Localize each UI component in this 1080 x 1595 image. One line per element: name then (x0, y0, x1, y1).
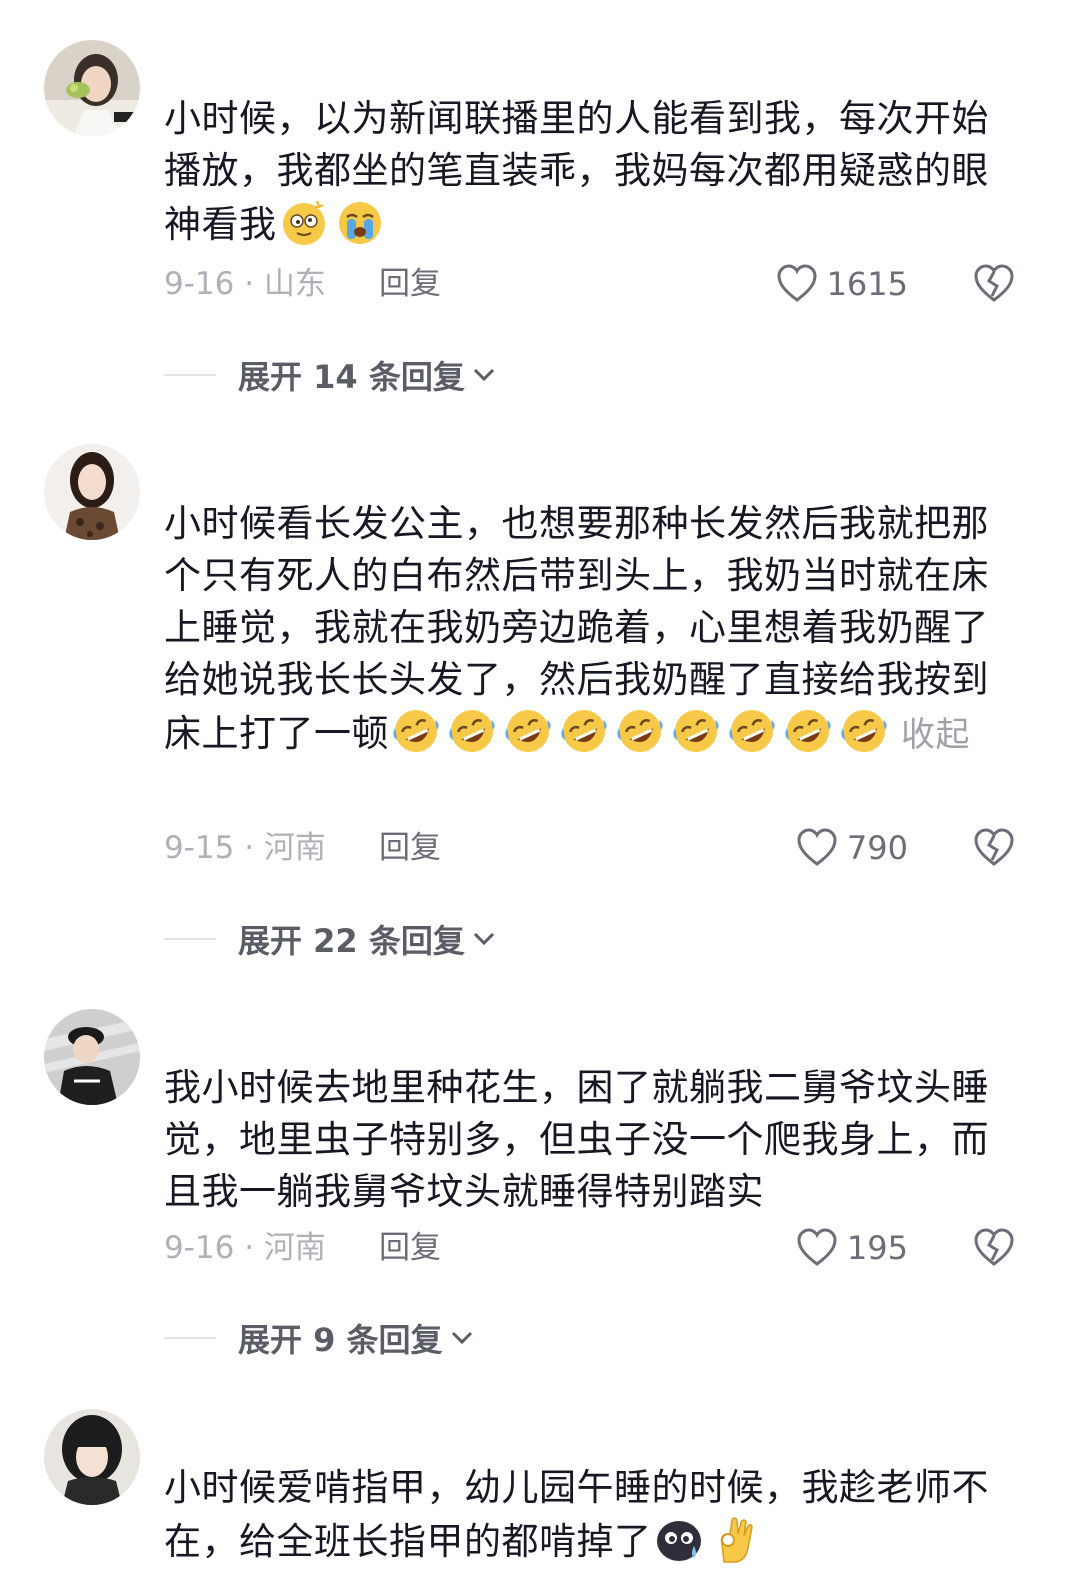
ok-hand-emoji (710, 1514, 760, 1564)
expand-replies-row: 展开 9 条回复 (164, 1316, 477, 1360)
comment-content: 我小时候去地里种花生，困了就躺我二舅爷坟头睡觉，地里虫子特别多，但虫子没一个爬我… (164, 1066, 989, 1213)
heart-icon (797, 1228, 837, 1266)
collapse-button[interactable]: 收起 (901, 715, 970, 755)
like-button[interactable]: 195 (795, 1226, 908, 1270)
sad-blob-emoji (654, 1514, 704, 1564)
crying-face-emoji (335, 197, 385, 247)
broken-heart-icon (974, 828, 1014, 866)
dislike-button[interactable] (972, 826, 1016, 870)
broken-heart-icon (974, 264, 1014, 302)
rofl-emoji (559, 706, 609, 756)
expand-replies-row: 展开 14 条回复 (164, 353, 499, 397)
like-count: 195 (846, 1229, 908, 1267)
rofl-emoji (447, 706, 497, 756)
rofl-emoji (671, 706, 721, 756)
avatar[interactable] (44, 1409, 140, 1505)
dizzy-face-emoji (279, 197, 329, 247)
avatar[interactable] (44, 1009, 140, 1105)
divider-line (164, 938, 216, 940)
chevron-down-icon (473, 932, 494, 946)
heart-icon (777, 264, 817, 302)
comment-meta: 9-16 · 山东 回复 1615 (164, 262, 1024, 306)
date-location: 9-16 · 河南 (164, 1230, 326, 1266)
reply-button[interactable]: 回复 (379, 1226, 441, 1270)
expand-replies-label: 展开 22 条回复 (238, 922, 465, 960)
avatar[interactable] (44, 444, 140, 540)
comment-content: 小时候爱啃指甲，幼儿园午睡的时候，我趁老师不在，给全班长指甲的都啃掉了 (164, 1466, 989, 1563)
date-location: 9-15 · 河南 (164, 830, 326, 866)
expand-replies-button[interactable]: 展开 22 条回复 (238, 916, 499, 962)
avatar[interactable] (44, 40, 140, 136)
date-location: 9-16 · 山东 (164, 266, 326, 302)
chevron-down-icon (451, 1331, 472, 1345)
dislike-button[interactable] (972, 262, 1016, 306)
comment-meta: 9-16 · 河南 回复 195 (164, 1226, 1024, 1270)
like-button[interactable]: 790 (795, 826, 908, 870)
rofl-emoji (783, 706, 833, 756)
comment-text: 我小时候去地里种花生，困了就躺我二舅爷坟头睡觉，地里虫子特别多，但虫子没一个爬我… (164, 1062, 994, 1218)
rofl-emoji (615, 706, 665, 756)
reply-button[interactable]: 回复 (379, 262, 441, 306)
like-count: 1615 (826, 265, 908, 303)
rofl-emoji (727, 706, 777, 756)
expand-replies-button[interactable]: 展开 14 条回复 (238, 352, 499, 398)
rofl-emoji (503, 706, 553, 756)
expand-replies-row: 展开 22 条回复 (164, 917, 499, 961)
comment-text: 小时候，以为新闻联播里的人能看到我，每次开始播放，我都坐的笔直装乖，我妈每次都用… (164, 93, 994, 251)
dislike-button[interactable] (972, 1226, 1016, 1270)
rofl-emoji (391, 706, 441, 756)
expand-replies-label: 展开 9 条回复 (238, 1321, 443, 1359)
comment-text: 小时候爱啃指甲，幼儿园午睡的时候，我趁老师不在，给全班长指甲的都啃掉了 (164, 1462, 994, 1568)
like-count: 790 (846, 829, 908, 867)
chevron-down-icon (473, 368, 494, 382)
heart-icon (797, 828, 837, 866)
divider-line (164, 1337, 216, 1339)
like-button[interactable]: 1615 (775, 262, 908, 306)
expand-replies-label: 展开 14 条回复 (238, 358, 465, 396)
rofl-emoji (839, 706, 889, 756)
reply-button[interactable]: 回复 (379, 826, 441, 870)
divider-line (164, 374, 216, 376)
comment-meta: 9-15 · 河南 回复 790 (164, 826, 1024, 870)
comment-text: 小时候看长发公主，也想要那种长发然后我就把那个只有死人的白布然后带到头上，我奶当… (164, 498, 994, 761)
expand-replies-button[interactable]: 展开 9 条回复 (238, 1315, 477, 1361)
broken-heart-icon (974, 1228, 1014, 1266)
